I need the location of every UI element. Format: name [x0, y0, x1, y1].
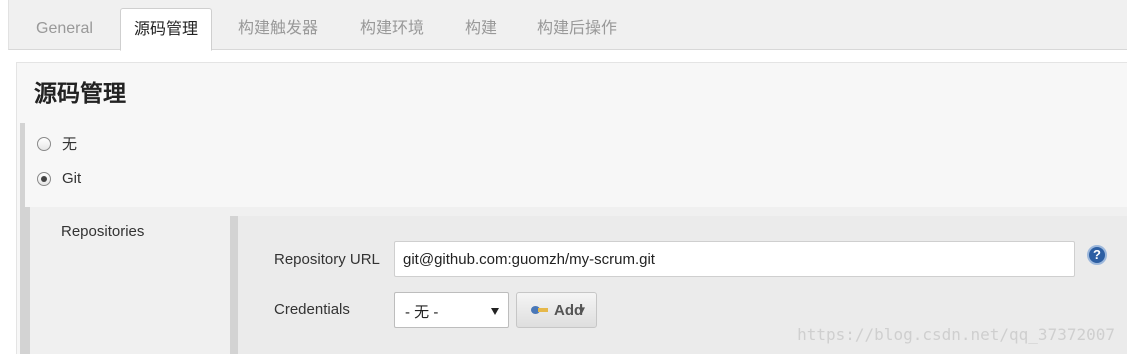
tab-source-management[interactable]: 源码管理	[120, 8, 213, 51]
credentials-select[interactable]: - 无 -	[394, 292, 509, 328]
repository-url-input[interactable]	[394, 241, 1075, 277]
chevron-down-icon	[491, 308, 499, 315]
key-icon	[531, 305, 549, 315]
add-credentials-button[interactable]: Add ▾	[516, 292, 597, 328]
scm-option-git[interactable]: Git	[37, 170, 81, 187]
tab-build-environment[interactable]: 构建环境	[347, 8, 437, 50]
dropdown-arrow-icon: ▾	[578, 302, 585, 317]
radio-none[interactable]	[37, 136, 51, 151]
radio-git[interactable]	[37, 171, 51, 186]
tab-general[interactable]: General	[23, 8, 106, 50]
scm-option-none[interactable]: 无	[37, 133, 77, 154]
section-title: 源码管理	[34, 80, 126, 106]
help-icon[interactable]: ?	[1087, 245, 1107, 265]
repository-url-label: Repository URL	[274, 251, 380, 268]
credentials-label: Credentials	[274, 301, 350, 318]
tab-build-triggers[interactable]: 构建触发器	[225, 8, 331, 50]
credentials-selected-value: - 无 -	[405, 304, 439, 321]
tab-build[interactable]: 构建	[452, 8, 510, 50]
scm-option-none-label: 无	[62, 136, 78, 153]
repositories-label: Repositories	[61, 223, 145, 240]
watermark: https://blog.csdn.net/qq_37372007	[797, 325, 1115, 344]
tab-bar: General 源码管理 构建触发器 构建环境 构建 构建后操作	[8, 0, 1127, 51]
scm-option-git-label: Git	[62, 170, 82, 187]
git-left-bar	[25, 207, 30, 354]
tab-post-build-actions[interactable]: 构建后操作	[524, 8, 630, 50]
source-management-panel: 源码管理 无 Git Repositories Repository URL ?…	[16, 62, 1127, 354]
